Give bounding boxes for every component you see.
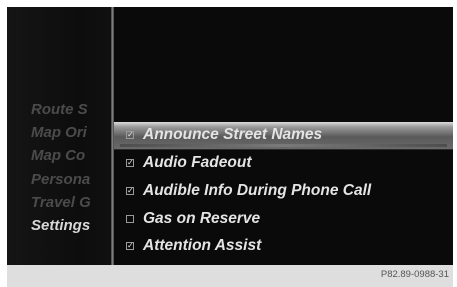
option-announce-street-names[interactable]: ✓ Announce Street Names (114, 122, 453, 150)
option-label: Audio Fadeout (143, 154, 252, 172)
settings-option-list: ✓ Announce Street Names ✓ Audio Fadeout … (114, 122, 453, 260)
checkbox-checked-icon[interactable]: ✓ (126, 159, 134, 168)
figure-footer: P82.89-0988-31 (7, 265, 453, 287)
option-label: Audible Info During Phone Call (143, 181, 372, 199)
option-gas-on-reserve[interactable]: Gas on Reserve (114, 205, 453, 233)
left-menu-item-settings[interactable]: Settings (7, 214, 111, 237)
option-attention-assist[interactable]: ✓ Attention Assist (114, 232, 453, 260)
left-menu-item-map-orientation[interactable]: Map Ori (7, 121, 111, 144)
checkbox-checked-icon[interactable]: ✓ (126, 186, 134, 195)
checkbox-checked-icon[interactable]: ✓ (126, 131, 134, 140)
left-menu-item-travel-guide[interactable]: Travel G (7, 191, 111, 214)
left-menu-item-map-content[interactable]: Map Co (7, 144, 111, 167)
left-menu-item-route[interactable]: Route S (7, 98, 111, 121)
option-label: Attention Assist (143, 237, 262, 255)
option-audible-info-phone-call[interactable]: ✓ Audible Info During Phone Call (114, 177, 453, 205)
checkbox-unchecked-icon[interactable] (126, 214, 134, 223)
left-menu-panel: Route S Map Ori Map Co Persona Travel G … (7, 7, 111, 265)
checkbox-checked-icon[interactable]: ✓ (126, 242, 134, 251)
left-menu: Route S Map Ori Map Co Persona Travel G … (7, 98, 111, 237)
option-label: Gas on Reserve (143, 209, 261, 227)
figure-code: P82.89-0988-31 (380, 269, 449, 280)
option-audio-fadeout[interactable]: ✓ Audio Fadeout (114, 150, 453, 178)
display-screen: Route S Map Ori Map Co Persona Travel G … (7, 7, 453, 265)
left-menu-item-personal[interactable]: Persona (7, 168, 111, 191)
option-label: Announce Street Names (143, 126, 323, 144)
